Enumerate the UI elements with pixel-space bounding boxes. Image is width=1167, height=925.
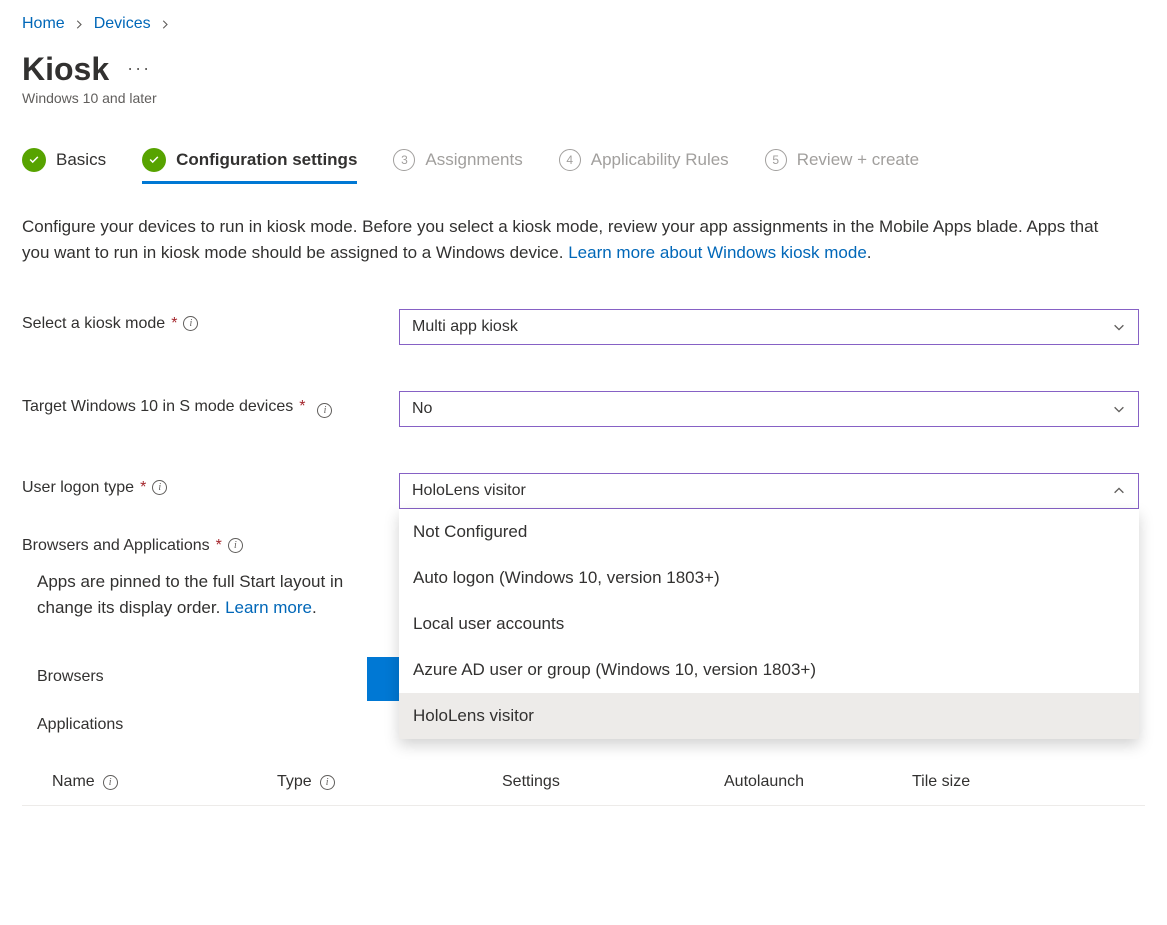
tab-assignments[interactable]: 3 Assignments [393,148,522,184]
info-icon[interactable]: i [152,480,167,495]
apps-table-header: Name i Type i Settings Autolaunch Tile s… [22,759,1145,806]
period: . [312,598,317,617]
column-tile-size[interactable]: Tile size [912,773,1145,791]
desc-suffix: change its display order. [37,598,225,617]
breadcrumb-home[interactable]: Home [22,15,65,33]
dropdown-option[interactable]: HoloLens visitor [399,693,1139,739]
learn-more-link[interactable]: Learn more about Windows kiosk mode [568,243,867,262]
chevron-right-icon [161,16,170,32]
column-label: Tile size [912,773,970,791]
learn-more-link[interactable]: Learn more [225,598,312,617]
more-actions-icon[interactable]: ··· [127,58,151,79]
description-text: Configure your devices to run in kiosk m… [22,217,1098,262]
kiosk-mode-select[interactable]: Multi app kiosk [399,309,1139,345]
tab-basics[interactable]: Basics [22,148,106,184]
inner-tab-applications[interactable]: Applications [37,703,372,747]
label-text: User logon type [22,479,134,497]
column-name[interactable]: Name i [52,773,277,791]
active-tab-indicator [367,657,399,701]
tab-review-create[interactable]: 5 Review + create [765,148,919,184]
info-icon[interactable]: i [320,775,335,790]
breadcrumb-devices[interactable]: Devices [94,15,151,33]
smode-select[interactable]: No [399,391,1139,427]
smode-label: Target Windows 10 in S mode devices * i [22,397,332,418]
select-value: No [412,400,432,418]
step-number-icon: 3 [393,149,415,171]
tab-label: Review + create [797,150,919,170]
dropdown-option[interactable]: Local user accounts [399,601,1139,647]
logon-type-select[interactable]: HoloLens visitor [399,473,1139,509]
desc-prefix: Apps are pinned to the full Start layout… [37,572,343,591]
tab-label: Assignments [425,150,522,170]
info-icon[interactable]: i [183,316,198,331]
chevron-right-icon [75,16,84,32]
period: . [867,243,872,262]
wizard-tabs: Basics Configuration settings 3 Assignme… [22,148,1145,184]
required-asterisk: * [216,537,222,555]
required-asterisk: * [171,315,177,333]
page-title: Kiosk [22,51,109,88]
tab-description: Configure your devices to run in kiosk m… [22,214,1122,267]
logon-type-label: User logon type * i [22,479,167,497]
column-autolaunch[interactable]: Autolaunch [724,773,912,791]
tab-configuration-settings[interactable]: Configuration settings [142,148,357,184]
logon-type-dropdown: Not Configured Auto logon (Windows 10, v… [399,509,1139,739]
browsers-apps-label: Browsers and Applications * i [22,537,243,555]
check-icon [142,148,166,172]
label-text: Select a kiosk mode [22,315,165,333]
tab-label: Applicability Rules [591,150,729,170]
page-subtitle: Windows 10 and later [22,90,1145,106]
breadcrumb: Home Devices [22,15,1145,33]
select-value: Multi app kiosk [412,318,518,336]
chevron-down-icon [1112,320,1126,334]
tab-label: Basics [56,150,106,170]
select-value: HoloLens visitor [412,482,526,500]
column-label: Type [277,773,312,791]
chevron-up-icon [1112,484,1126,498]
tab-label: Configuration settings [176,150,357,170]
step-number-icon: 5 [765,149,787,171]
column-label: Settings [502,773,560,791]
dropdown-option[interactable]: Azure AD user or group (Windows 10, vers… [399,647,1139,693]
dropdown-option[interactable]: Auto logon (Windows 10, version 1803+) [399,555,1139,601]
info-icon[interactable]: i [228,538,243,553]
step-number-icon: 4 [559,149,581,171]
required-asterisk: * [299,398,305,416]
column-type[interactable]: Type i [277,773,502,791]
label-text: Browsers and Applications [22,537,210,555]
column-label: Name [52,773,95,791]
label-text: Target Windows 10 in S mode devices [22,398,293,416]
dropdown-option[interactable]: Not Configured [399,509,1139,555]
info-icon[interactable]: i [103,775,118,790]
inner-tab-browsers[interactable]: Browsers [37,655,372,699]
chevron-down-icon [1112,402,1126,416]
check-icon [22,148,46,172]
tab-applicability-rules[interactable]: 4 Applicability Rules [559,148,729,184]
required-asterisk: * [140,479,146,497]
info-icon[interactable]: i [317,403,332,418]
kiosk-mode-label: Select a kiosk mode * i [22,315,198,333]
column-settings[interactable]: Settings [502,773,724,791]
column-label: Autolaunch [724,773,804,791]
